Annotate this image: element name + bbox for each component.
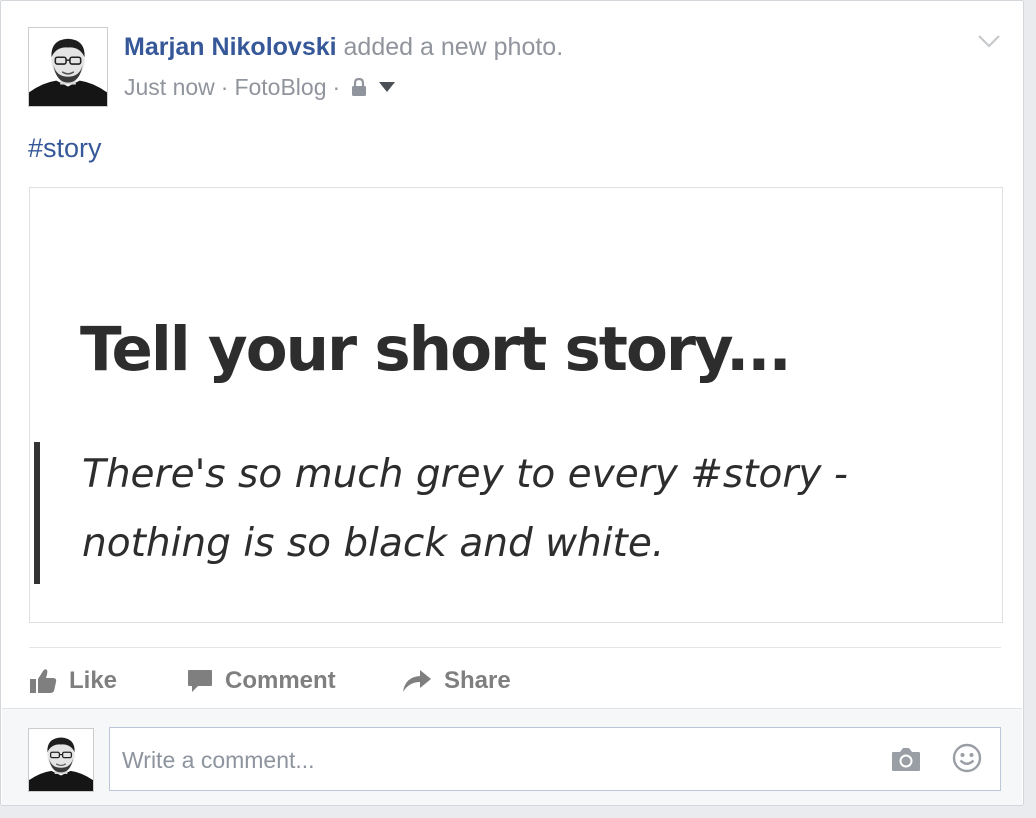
photo-quote-text: There's so much grey to every #story - n… [82,452,848,566]
author-name-link[interactable]: Marjan Nikolovski [124,33,337,61]
like-label: Like [69,667,118,694]
feed-post-card: Marjan Nikolovski added a new photo. Jus… [0,0,1024,806]
camera-icon[interactable] [891,746,921,772]
lock-icon[interactable] [350,77,368,97]
meta-separator: · [332,74,341,100]
author-avatar[interactable] [28,27,108,107]
meta-separator: · [220,74,229,100]
photo-title-text: Tell your short story... [80,314,792,385]
comment-input-box[interactable] [109,727,1001,792]
commenter-avatar[interactable] [28,728,94,792]
hashtag-link[interactable]: #story [28,132,102,164]
quote-bar [34,442,40,584]
divider [29,647,1001,648]
share-label: Share [444,667,511,694]
speech-bubble-icon [188,670,212,692]
post-timestamp[interactable]: Just now [124,72,215,102]
smiley-icon[interactable] [952,743,982,773]
profile-photo [29,729,93,791]
share-button[interactable]: Share [402,667,511,695]
thumbs-up-icon [30,669,57,693]
comment-button[interactable]: Comment [187,667,402,695]
caret-down-icon[interactable] [378,81,396,93]
comment-label: Comment [225,667,336,694]
profile-photo [29,28,107,106]
comment-composer [2,708,1022,805]
post-actions-bar: Like Comment Share [29,661,511,701]
post-header: Marjan Nikolovski added a new photo. [124,31,563,63]
post-meta: Just now · FotoBlog · [124,72,396,102]
like-button[interactable]: Like [29,667,187,695]
chevron-down-icon[interactable] [977,33,1001,49]
comment-input[interactable] [120,728,864,792]
post-action-text: added a new photo. [343,33,564,61]
post-photo[interactable]: Tell your short story... There's so much… [29,187,1003,623]
share-arrow-icon [403,670,431,692]
app-link[interactable]: FotoBlog [234,72,326,102]
